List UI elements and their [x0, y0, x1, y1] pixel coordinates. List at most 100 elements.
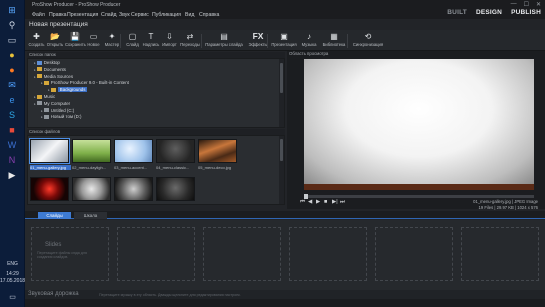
menu-8[interactable]: Вид [185, 12, 194, 18]
preview-scrubber[interactable] [304, 194, 534, 199]
tab-timeline[interactable]: Шкала [74, 212, 107, 219]
expand-caret-icon[interactable]: ▸ [34, 68, 36, 72]
proshow-icon[interactable]: ▶ [5, 169, 19, 181]
menu-7[interactable]: Публикация [152, 12, 181, 18]
toolbar-library-button[interactable]: ▦ Библиотека [320, 31, 348, 50]
edge-icon[interactable]: e [5, 94, 19, 106]
file-thumbnail[interactable] [156, 177, 195, 201]
mode-publish-tab[interactable]: PUBLISH [511, 9, 541, 16]
menu-4[interactable]: Слайд [101, 12, 117, 18]
notifications-icon[interactable]: ▭ [0, 294, 25, 302]
toolbar-new-button[interactable]: ✚ Создать [28, 31, 45, 50]
toolbar-import-button[interactable]: ⇩ Импорт [161, 31, 178, 50]
mode-design-tab[interactable]: DESIGN [476, 9, 502, 16]
toolbar-slide-options-button[interactable]: ▤ Параметры слайда [204, 31, 244, 50]
firefox-icon[interactable]: ● [5, 64, 19, 76]
slide-list[interactable]: Slides Перетащите файлы сюда для создани… [25, 220, 545, 290]
folder-tree-scroll-thumb[interactable] [280, 63, 283, 93]
folder-tree-item[interactable]: ▸ Backgrounds [48, 87, 88, 93]
toolbar-caption-button[interactable]: T Надпись [142, 31, 160, 50]
toolbar-effects-button[interactable]: FX Эффекты [247, 31, 269, 50]
file-list-scroll-thumb[interactable] [280, 139, 283, 161]
toolbar-slide-button[interactable]: ▢ Слайд [124, 31, 141, 50]
clock-time[interactable]: 14:29 [0, 271, 25, 278]
word-icon[interactable]: W [5, 139, 19, 151]
folder-tree-item[interactable]: ▸ Media Sources [34, 74, 73, 80]
menu-5[interactable]: Звук [119, 12, 130, 18]
slide-slot[interactable] [375, 227, 453, 281]
onenote-icon[interactable]: N [5, 154, 19, 166]
language-indicator[interactable]: ENG [0, 261, 25, 268]
folder-label: Music [43, 94, 56, 99]
expand-caret-icon[interactable]: ▸ [34, 102, 36, 106]
skip-start-icon[interactable]: ⏮ [300, 199, 305, 206]
expand-caret-icon[interactable]: ▸ [34, 75, 36, 79]
file-thumbnail[interactable] [198, 139, 237, 163]
folder-label: Backgrounds [57, 87, 88, 93]
slide-slot[interactable] [461, 227, 539, 281]
menu-9[interactable]: Справка [199, 12, 219, 18]
expand-caret-icon[interactable]: ▸ [41, 81, 43, 85]
menu-3[interactable]: Презентация [67, 12, 98, 18]
file-thumbnail[interactable] [72, 177, 111, 201]
folder-tree-item[interactable]: ▸ Documents [34, 67, 66, 73]
expand-caret-icon[interactable]: ▸ [34, 61, 36, 65]
toolbar-show-button[interactable]: ▣ Презентация [270, 31, 298, 50]
folder-tree-item[interactable]: ▸ Desktop [34, 60, 60, 66]
folder-icon [50, 87, 56, 92]
expand-caret-icon[interactable]: ▸ [34, 95, 36, 99]
toolbar-sync-button[interactable]: ⟲ Синхронизация [350, 31, 386, 50]
expand-caret-icon[interactable]: ▸ [48, 88, 50, 92]
folder-icon [36, 74, 42, 79]
soundtrack-bar[interactable]: Звуковая дорожка Перетащите музыку в эту… [25, 290, 545, 299]
stop-icon[interactable]: ■ [324, 199, 327, 205]
folder-tree-scrollbar[interactable] [279, 59, 284, 127]
toolbar-save-button[interactable]: 💾 Сохранить [65, 31, 86, 50]
tab-slides[interactable]: Слайды [38, 212, 71, 219]
toolbar-transitions-button[interactable]: ⇄ Переходы [179, 31, 201, 50]
file-list-scrollbar[interactable] [279, 136, 284, 204]
file-thumbnail[interactable] [72, 139, 111, 163]
preview-title: Область просмотра [287, 51, 545, 57]
skip-end-icon[interactable]: ⏭ [340, 199, 345, 206]
toolbar-new-show-button[interactable]: ▭ Новое [85, 31, 102, 50]
file-thumbnail[interactable] [114, 139, 153, 163]
search-icon[interactable]: ⚲ [5, 19, 19, 31]
clock-date[interactable]: 17.05.2018 [0, 278, 25, 285]
file-thumbnail[interactable] [156, 139, 195, 163]
task-view-icon[interactable]: ▭ [5, 34, 19, 46]
mode-build-tab[interactable]: BUILT [447, 9, 467, 16]
maximize-button[interactable]: ☐ [524, 1, 529, 8]
slide-slot[interactable] [289, 227, 367, 281]
menu-1[interactable]: Файл [32, 12, 45, 18]
menu-2[interactable]: Правка [49, 12, 67, 18]
mail-icon[interactable]: ✉ [5, 79, 19, 91]
toolbar-label: Параметры слайда [205, 42, 243, 47]
slide-slot[interactable] [203, 227, 281, 281]
skype-icon[interactable]: S [5, 109, 19, 121]
file-thumbnail[interactable] [29, 138, 70, 164]
menu-6[interactable]: Сервис [131, 12, 149, 18]
minimize-button[interactable]: — [511, 1, 517, 8]
toolbar-music-button[interactable]: ♪ Музыка [299, 31, 319, 50]
file-thumbnail[interactable] [30, 177, 69, 201]
app-icon-red[interactable]: ■ [5, 124, 19, 136]
slide-slot[interactable] [117, 227, 195, 281]
play-icon[interactable]: ▶ [316, 199, 320, 205]
folder-tree-item[interactable]: ▸ Untitled (C:) [41, 108, 74, 114]
next-icon[interactable]: ▶| [332, 199, 338, 205]
expand-caret-icon[interactable]: ▸ [41, 115, 43, 119]
folder-tree-item[interactable]: ▸ Новый том (D:) [41, 114, 82, 120]
file-thumbnail[interactable] [114, 177, 153, 201]
windows-start-icon[interactable]: ⊞ [5, 4, 19, 16]
proshow-window: ProShow Producer - ProShow Producer — ☐ … [25, 0, 545, 307]
chrome-icon[interactable]: ● [5, 49, 19, 61]
folder-tree-item[interactable]: ▸ ProShow Producer 9.0 - Built-in Content [41, 80, 129, 86]
prev-icon[interactable]: ◀ [308, 199, 312, 205]
toolbar-open-button[interactable]: 📂 Открыть [46, 31, 64, 50]
folder-tree-item[interactable]: ▸ Music [34, 94, 55, 100]
close-button[interactable]: ✕ [536, 1, 541, 8]
toolbar-wizard-button[interactable]: ✦ Мастер [102, 31, 122, 50]
expand-caret-icon[interactable]: ▸ [41, 109, 43, 113]
folder-tree-item[interactable]: ▸ My Computer [34, 101, 70, 107]
